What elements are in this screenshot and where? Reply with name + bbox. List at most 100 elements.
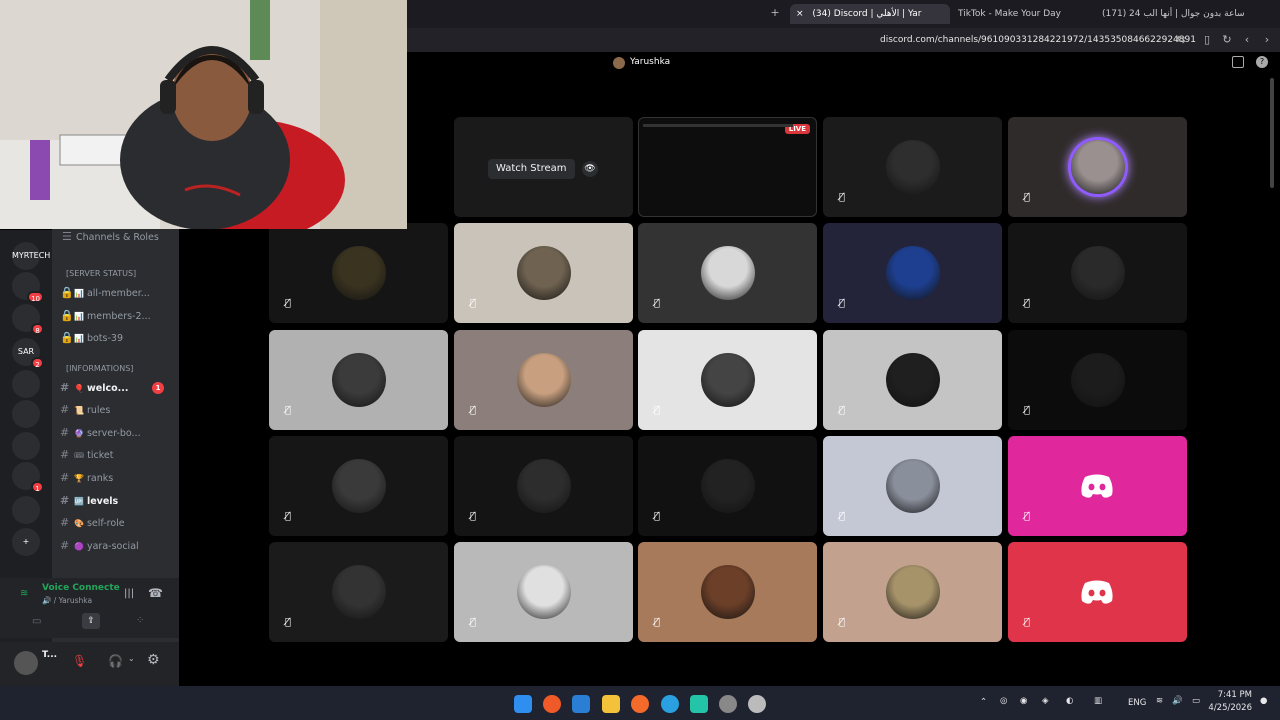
noise-suppression-icon[interactable]: ||| (124, 588, 134, 599)
tab-youtube[interactable]: (171) 24 ساعة بدون جوال | أنها الب (1096, 4, 1256, 24)
tray-icon[interactable]: ▥ (1094, 696, 1102, 706)
signal-icon[interactable]: ≋ (20, 588, 28, 599)
scrollbar-thumb[interactable] (1270, 78, 1274, 188)
url-field[interactable]: discord.com/channels/961090331284221972/… (880, 28, 1196, 52)
participant-tile[interactable]: 🎙̸ (454, 223, 633, 323)
tray-icon[interactable]: ◎ (1000, 696, 1007, 706)
clock-time[interactable]: 7:41 PM (1214, 690, 1252, 700)
participant-tile[interactable]: 🎙̸ (454, 542, 633, 642)
participant-tile[interactable]: 🎙̸ (823, 117, 1002, 217)
server-icon[interactable] (12, 400, 40, 428)
participant-tile[interactable]: 🎙̸ (1008, 223, 1187, 323)
participant-tile[interactable]: 🎙̸ (269, 330, 448, 430)
channel-item[interactable]: 🔒📊 members-2... (60, 307, 176, 325)
channel-item[interactable]: # 🔮 server-bo... (60, 424, 176, 442)
channel-item[interactable]: # 🆙 levels (60, 492, 176, 510)
participant-tile[interactable]: 🎙̸ (638, 436, 817, 536)
reload-icon[interactable]: ↻ (1220, 33, 1234, 47)
server-icon[interactable]: MYRTECH (12, 242, 50, 270)
participant-tile[interactable]: 🎙̸ (1008, 542, 1187, 642)
participant-tile[interactable]: 🎙̸ (823, 436, 1002, 536)
server-icon[interactable] (12, 496, 40, 524)
steam-icon[interactable] (748, 695, 766, 713)
server-icon[interactable] (12, 432, 40, 460)
chevron-up-icon[interactable]: ⌃ (980, 697, 987, 707)
notification-icon[interactable]: ● (1260, 696, 1267, 706)
channel-item[interactable]: # 🟣 yara-social (60, 537, 176, 555)
server-icon[interactable]: 8 (12, 304, 44, 335)
participant-tile[interactable]: 🎙̸ (1008, 330, 1187, 430)
disconnect-icon[interactable]: ☎ (148, 586, 163, 600)
participant-tile[interactable]: 🎙̸ (638, 330, 817, 430)
telegram-icon[interactable] (661, 695, 679, 713)
category-server-status[interactable]: [SERVER STATUS] (66, 269, 136, 278)
watch-stream-button[interactable]: Watch Stream (488, 159, 575, 179)
server-icon[interactable] (12, 370, 40, 398)
channel-item[interactable]: # 📜 rules (60, 401, 176, 419)
participant-tile[interactable]: 🎙̸ (638, 542, 817, 642)
channel-emoji: 🎟 (74, 451, 85, 460)
participant-tile[interactable]: 🎙̸ (269, 436, 448, 536)
channel-item[interactable]: # 🎨 self-role (60, 514, 176, 532)
chevron-down-icon[interactable]: ⌄ (128, 654, 135, 663)
new-tab-button[interactable]: + (768, 6, 782, 20)
voice-channel[interactable]: 🔊 / Yarushka (42, 596, 92, 605)
language-indicator[interactable]: ENG (1128, 698, 1146, 708)
mute-microphone-icon[interactable]: 🎙 (72, 654, 87, 668)
category-informations[interactable]: [INFORMATIONS] (66, 364, 133, 373)
inbox-icon[interactable] (1232, 56, 1244, 68)
help-icon[interactable]: ? (1256, 56, 1268, 68)
brave-icon[interactable] (543, 695, 561, 713)
tab-discord[interactable]: × (34) Discord | الأهلي | Yar (790, 4, 950, 24)
wifi-icon[interactable]: ≋ (1156, 696, 1163, 706)
volume-icon[interactable]: 🔊 (1172, 696, 1183, 706)
participant-tile[interactable]: 🎙̸ (1008, 117, 1187, 217)
obs-icon[interactable] (719, 695, 737, 713)
participant-tile[interactable]: 🎙̸ (823, 330, 1002, 430)
camera-icon[interactable]: ▭ (32, 616, 41, 627)
tray-icon[interactable]: ◐ (1066, 696, 1073, 706)
close-tab-icon[interactable]: × (796, 9, 804, 19)
battery-icon[interactable]: ▭ (1192, 696, 1200, 706)
file-explorer-icon[interactable] (602, 695, 620, 713)
activity-icon[interactable]: ⁘ (136, 615, 144, 626)
channel-item[interactable]: # 🎟 ticket (60, 446, 176, 464)
screen-share-icon[interactable]: ⇪ (82, 613, 100, 629)
bookmark-icon[interactable]: ▯ (1200, 33, 1214, 47)
translate-icon[interactable]: ⇆ (1174, 33, 1188, 47)
participant-tile[interactable]: 🎙̸ (269, 542, 448, 642)
participant-tile[interactable]: 🎙̸ (638, 223, 817, 323)
avatar[interactable] (14, 651, 38, 675)
server-icon[interactable]: 1 (12, 462, 44, 493)
server-icon[interactable]: 10 (12, 272, 44, 303)
channel-item[interactable]: # 🏆 ranks (60, 469, 176, 487)
participant-tile[interactable]: 🎙̸ (454, 436, 633, 536)
app-icon[interactable] (631, 695, 649, 713)
eye-icon[interactable]: 👁 (582, 161, 598, 177)
clock-date[interactable]: 4/25/2026 (1206, 703, 1252, 713)
tab-tiktok[interactable]: TikTok - Make Your Day (952, 4, 1092, 24)
gear-icon[interactable]: ⚙ (147, 652, 160, 668)
participant-tile[interactable]: 🎙̸ (269, 223, 448, 323)
channel-item[interactable]: 🔒📊 all-member... (60, 284, 176, 302)
server-icon[interactable]: SAR 2 (12, 338, 44, 369)
start-icon[interactable] (514, 695, 532, 713)
tray-icon[interactable]: ◉ (1020, 696, 1027, 706)
participant-tile[interactable]: 🎙̸ (454, 330, 633, 430)
channel-item[interactable]: 🔒📊 bots-39 (60, 329, 176, 347)
scrollbar[interactable] (1268, 74, 1276, 686)
back-icon[interactable]: ‹ (1240, 33, 1254, 47)
screen-share-tile[interactable]: LIVE (638, 117, 817, 217)
vscode-icon[interactable] (572, 695, 590, 713)
add-server-button[interactable]: + (12, 528, 40, 556)
participant-tile[interactable]: 🎙̸ (1008, 436, 1187, 536)
participant-tile[interactable]: 🎙̸ (823, 542, 1002, 642)
channels-and-roles[interactable]: ☰ Channels & Roles (62, 228, 178, 246)
headphones-icon[interactable]: 🎧 (108, 654, 123, 668)
stream-tile[interactable]: Watch Stream 👁 (454, 117, 633, 217)
participant-tile[interactable]: 🎙̸ (823, 223, 1002, 323)
tray-icon[interactable]: ◈ (1042, 696, 1049, 706)
forward-icon[interactable]: › (1260, 33, 1274, 47)
channel-item[interactable]: # 🎈 welco... 1 (60, 379, 176, 397)
android-studio-icon[interactable] (690, 695, 708, 713)
